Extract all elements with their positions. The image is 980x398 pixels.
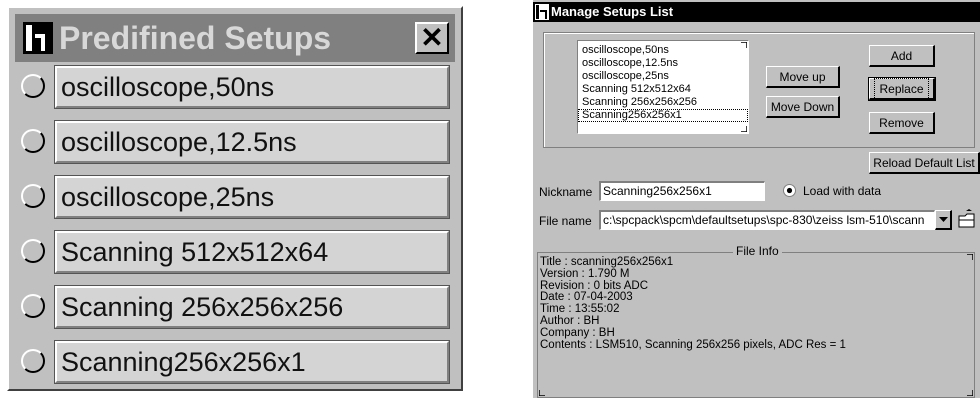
setup-option-label[interactable]: oscilloscope,25ns [54, 175, 450, 219]
browse-folder-icon[interactable] [957, 208, 977, 230]
file-info-line: Version : 1.790 M [540, 267, 630, 280]
predefined-title-bar: Predifined Setups ✕ [15, 14, 455, 62]
nickname-label: Nickname [539, 185, 593, 199]
setup-option-row[interactable]: Scanning 256x256x256 [15, 284, 455, 330]
radio-icon[interactable] [21, 129, 45, 153]
radio-icon[interactable] [21, 294, 45, 318]
resize-corner-icon [741, 42, 747, 48]
replace-button[interactable]: Replace [868, 77, 936, 101]
file-name-label: File name [539, 214, 592, 228]
resize-corner-icon [967, 254, 973, 260]
predefined-title: Predifined Setups [59, 20, 332, 56]
setup-option-label[interactable]: oscilloscope,50ns [54, 65, 450, 109]
setup-option-row[interactable]: Scanning 512x512x64 [15, 229, 455, 275]
list-item[interactable]: Scanning256x256x1 [578, 109, 748, 122]
file-info-legend: File Info [733, 244, 782, 258]
list-item[interactable]: oscilloscope,25ns [578, 70, 748, 83]
file-info-group: Title : scanning256x256x1 Version : 1.790… [537, 252, 975, 398]
setup-option-row[interactable]: oscilloscope,12.5ns [15, 119, 455, 165]
file-name-dropdown-button[interactable] [935, 210, 952, 230]
setup-option-label[interactable]: Scanning256x256x1 [54, 340, 450, 384]
app-icon [535, 4, 549, 20]
dropdown-arrow-icon [939, 217, 948, 222]
nickname-input[interactable]: Scanning256x256x1 [599, 181, 765, 201]
radio-icon[interactable] [21, 184, 45, 208]
close-icon: ✕ [420, 22, 444, 53]
move-up-button[interactable]: Move up [766, 66, 840, 88]
setup-option-label[interactable]: oscilloscope,12.5ns [54, 120, 450, 164]
predefined-setups-window: Predifined Setups ✕ oscilloscope,50ns osc… [7, 6, 463, 391]
manage-title: Manage Setups List [551, 4, 674, 19]
file-info-line: Company : BH [540, 326, 615, 339]
resize-corner-icon [539, 390, 545, 396]
file-info-line: Author : BH [540, 314, 600, 327]
move-down-button[interactable]: Move Down [766, 96, 840, 118]
resize-corner-icon [741, 126, 747, 132]
list-item[interactable]: oscilloscope,12.5ns [578, 57, 748, 70]
setup-option-label[interactable]: Scanning 256x256x256 [54, 285, 450, 329]
setup-option-row[interactable]: Scanning256x256x1 [15, 339, 455, 385]
file-name-combobox[interactable]: c:\spcpack\spcm\defaultsetups\spc-830\ze… [599, 210, 935, 230]
list-item[interactable]: Scanning 256x256x256 [578, 96, 748, 109]
manage-title-bar: Manage Setups List [533, 2, 980, 22]
setup-option-row[interactable]: oscilloscope,50ns [15, 64, 455, 110]
remove-button[interactable]: Remove [869, 112, 935, 134]
setups-listbox[interactable]: oscilloscope,50ns oscilloscope,12.5ns osci… [577, 40, 749, 134]
resize-corner-icon [967, 390, 973, 396]
radio-icon[interactable] [21, 349, 45, 373]
radio-icon[interactable] [21, 239, 45, 263]
file-info-line: Contents : LSM510, Scanning 256x256 pixe… [540, 338, 846, 351]
close-button[interactable]: ✕ [415, 22, 449, 54]
manage-setups-window: Manage Setups List oscilloscope,50ns osci… [533, 0, 980, 398]
setup-option-label[interactable]: Scanning 512x512x64 [54, 230, 450, 274]
reload-default-list-button[interactable]: Reload Default List [869, 152, 980, 174]
app-icon [23, 22, 53, 54]
add-button[interactable]: Add [869, 45, 935, 67]
setup-option-row[interactable]: oscilloscope,25ns [15, 174, 455, 220]
list-item[interactable]: Scanning 512x512x64 [578, 83, 748, 96]
radio-icon [783, 184, 796, 197]
radio-icon[interactable] [21, 74, 45, 98]
list-item[interactable]: oscilloscope,50ns [578, 44, 748, 57]
